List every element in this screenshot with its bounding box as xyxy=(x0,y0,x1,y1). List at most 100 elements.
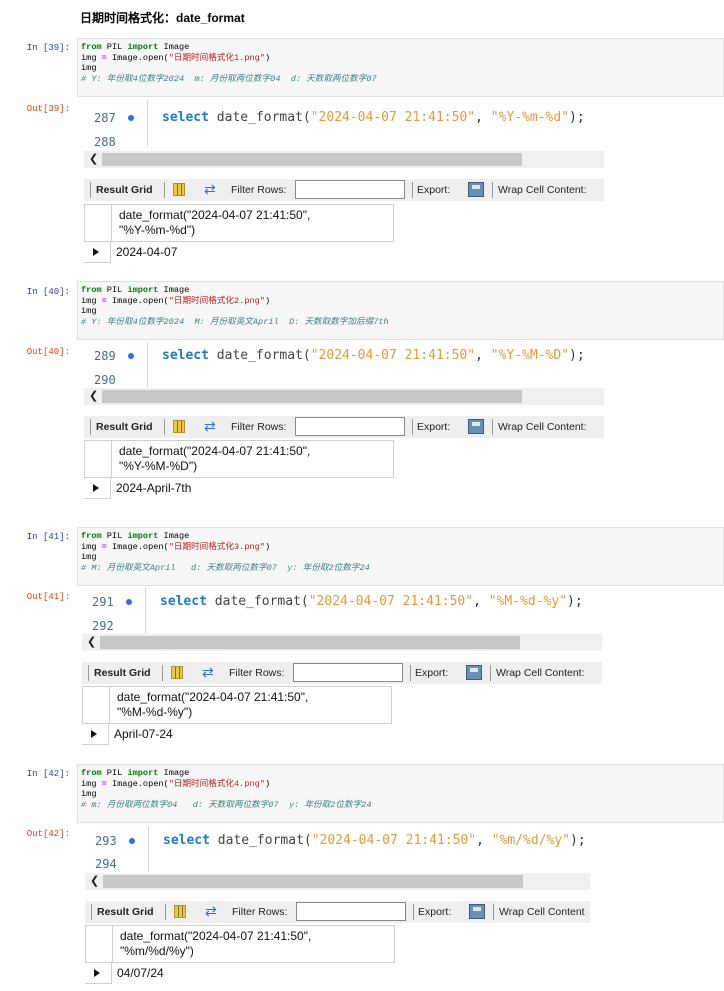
sql-editor[interactable]: 289 290 select date_format("2024-04-07 2… xyxy=(84,342,604,392)
input-prompt: In [40]: xyxy=(26,287,70,297)
workbench-screenshot: 291 292 select date_format("2024-04-07 2… xyxy=(82,588,602,753)
result-toolbar: Result Grid ⇄ Filter Rows: Export: Wrap … xyxy=(82,662,602,684)
export-icon[interactable] xyxy=(468,419,484,434)
scroll-left-icon[interactable]: ❮ xyxy=(87,635,96,648)
result-grid-tab[interactable]: Result Grid xyxy=(94,667,151,679)
cell-value: April-07-24 xyxy=(114,727,173,741)
scroll-left-icon[interactable]: ❮ xyxy=(90,874,99,887)
scroll-thumb[interactable] xyxy=(102,390,522,403)
filter-rows-label: Filter Rows: xyxy=(231,184,287,196)
refresh-icon[interactable]: ⇄ xyxy=(205,903,217,920)
column-header[interactable]: date_format("2024-04-07 21:41:50", "%M-%… xyxy=(82,686,392,724)
export-label: Export: xyxy=(415,667,449,679)
code-cell[interactable]: from PIL import Image img = Image.open("… xyxy=(77,764,724,823)
table-row[interactable]: April-07-24 xyxy=(82,724,392,745)
wrap-cell-content-label[interactable]: Wrap Cell Content: xyxy=(498,184,587,196)
grid-icon[interactable] xyxy=(174,905,186,918)
output-prompt: Out[42]: xyxy=(26,829,70,839)
horizontal-scrollbar[interactable]: ❮ xyxy=(82,634,602,651)
filter-rows-input[interactable] xyxy=(296,902,406,921)
result-grid: date_format("2024-04-07 21:41:50", "%M-%… xyxy=(82,686,392,746)
scroll-thumb[interactable] xyxy=(103,875,523,888)
result-toolbar: Result Grid ⇄ Filter Rows: Export: Wrap … xyxy=(84,179,604,201)
table-row[interactable]: 2024-04-07 xyxy=(84,242,394,263)
execution-dot-icon xyxy=(126,599,132,605)
export-icon[interactable] xyxy=(468,182,484,197)
sql-statement: select date_format("2024-04-07 21:41:50"… xyxy=(162,110,585,125)
scroll-left-icon[interactable]: ❮ xyxy=(89,389,98,402)
line-number: 292 xyxy=(92,619,114,633)
code-cell[interactable]: from PIL import Image img = Image.open("… xyxy=(77,38,724,97)
row-marker-icon xyxy=(84,478,111,499)
result-grid: date_format("2024-04-07 21:41:50", "%Y-%… xyxy=(84,440,394,500)
notebook-heading: 日期时间格式化：date_format xyxy=(80,11,245,25)
output-prompt: Out[39]: xyxy=(26,104,70,114)
refresh-icon[interactable]: ⇄ xyxy=(204,418,216,435)
export-label: Export: xyxy=(418,906,452,918)
export-icon[interactable] xyxy=(469,904,485,919)
input-prompt: In [39]: xyxy=(26,43,70,53)
scroll-thumb[interactable] xyxy=(100,636,520,649)
code-cell[interactable]: from PIL import Image img = Image.open("… xyxy=(77,527,724,586)
column-header[interactable]: date_format("2024-04-07 21:41:50", "%m/%… xyxy=(85,925,395,963)
sql-editor[interactable]: 287 288 select date_format("2024-04-07 2… xyxy=(84,100,604,150)
sql-statement: select date_format("2024-04-07 21:41:50"… xyxy=(162,348,585,363)
grid-icon[interactable] xyxy=(173,183,185,196)
workbench-screenshot: 289 290 select date_format("2024-04-07 2… xyxy=(84,342,604,507)
line-number: 294 xyxy=(95,857,117,871)
line-number: 291 xyxy=(92,595,114,609)
filter-rows-label: Filter Rows: xyxy=(231,421,287,433)
filter-rows-label: Filter Rows: xyxy=(232,906,288,918)
workbench-screenshot: 287 288 select date_format("2024-04-07 2… xyxy=(84,100,604,265)
column-header[interactable]: date_format("2024-04-07 21:41:50", "%Y-%… xyxy=(84,204,394,242)
result-grid-tab[interactable]: Result Grid xyxy=(97,906,154,918)
horizontal-scrollbar[interactable]: ❮ xyxy=(84,388,604,405)
grid-icon[interactable] xyxy=(173,420,185,433)
cell-value: 04/07/24 xyxy=(117,966,164,980)
wrap-cell-content-label[interactable]: Wrap Cell Content: xyxy=(498,421,587,433)
row-marker-icon xyxy=(84,242,111,263)
sql-editor[interactable]: 291 292 select date_format("2024-04-07 2… xyxy=(82,588,602,638)
export-label: Export: xyxy=(417,421,451,433)
result-grid-tab[interactable]: Result Grid xyxy=(96,184,153,196)
execution-dot-icon xyxy=(128,353,134,359)
sql-statement: select date_format("2024-04-07 21:41:50"… xyxy=(160,594,583,609)
result-toolbar: Result Grid ⇄ Filter Rows: Export: Wrap … xyxy=(84,416,604,438)
horizontal-scrollbar[interactable]: ❮ xyxy=(84,151,604,168)
filter-rows-input[interactable] xyxy=(293,663,403,682)
filter-rows-label: Filter Rows: xyxy=(229,667,285,679)
wrap-cell-content-label[interactable]: Wrap Cell Content: xyxy=(496,667,585,679)
sql-statement: select date_format("2024-04-07 21:41:50"… xyxy=(163,833,586,848)
table-row[interactable]: 04/07/24 xyxy=(85,963,395,984)
refresh-icon[interactable]: ⇄ xyxy=(204,181,216,198)
sql-editor[interactable]: 293 294 select date_format("2024-04-07 2… xyxy=(85,826,605,876)
line-number: 288 xyxy=(94,135,116,149)
line-number: 290 xyxy=(94,373,116,387)
output-prompt: Out[41]: xyxy=(26,592,70,602)
result-grid: date_format("2024-04-07 21:41:50", "%Y-%… xyxy=(84,204,394,264)
result-toolbar: Result Grid ⇄ Filter Rows: Export: Wrap … xyxy=(85,901,590,923)
line-number: 287 xyxy=(94,111,116,125)
workbench-screenshot: 293 294 select date_format("2024-04-07 2… xyxy=(85,826,605,991)
result-grid: date_format("2024-04-07 21:41:50", "%m/%… xyxy=(85,925,395,985)
row-marker-icon xyxy=(85,963,112,984)
export-label: Export: xyxy=(417,184,451,196)
execution-dot-icon xyxy=(129,838,135,844)
export-icon[interactable] xyxy=(466,665,482,680)
result-grid-tab[interactable]: Result Grid xyxy=(96,421,153,433)
refresh-icon[interactable]: ⇄ xyxy=(202,664,214,681)
wrap-cell-content-label[interactable]: Wrap Cell Content xyxy=(499,906,585,918)
table-row[interactable]: 2024-April-7th xyxy=(84,478,394,499)
row-marker-icon xyxy=(82,724,109,745)
code-cell[interactable]: from PIL import Image img = Image.open("… xyxy=(77,281,724,340)
scroll-left-icon[interactable]: ❮ xyxy=(89,152,98,165)
horizontal-scrollbar[interactable]: ❮ xyxy=(85,873,590,890)
scroll-thumb[interactable] xyxy=(102,153,522,166)
filter-rows-input[interactable] xyxy=(295,180,405,199)
input-prompt: In [42]: xyxy=(26,769,70,779)
filter-rows-input[interactable] xyxy=(295,417,405,436)
output-prompt: Out[40]: xyxy=(26,347,70,357)
input-prompt: In [41]: xyxy=(26,532,70,542)
column-header[interactable]: date_format("2024-04-07 21:41:50", "%Y-%… xyxy=(84,440,394,478)
grid-icon[interactable] xyxy=(171,666,183,679)
